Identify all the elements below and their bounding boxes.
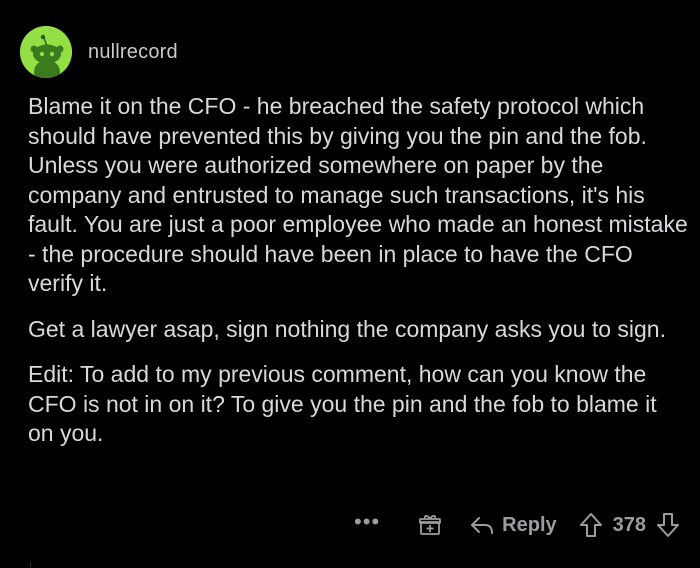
reply-button[interactable]: Reply <box>470 513 557 537</box>
more-options-button[interactable]: ••• <box>354 511 380 539</box>
username[interactable]: nullrecord <box>88 41 178 64</box>
comment-actions: ••• Reply 378 <box>354 508 680 542</box>
thread-line <box>30 562 31 568</box>
reply-arrow-icon <box>471 517 494 534</box>
award-button[interactable] <box>418 513 442 537</box>
avatar[interactable] <box>20 26 72 78</box>
reply-label: Reply <box>502 513 557 536</box>
gift-icon <box>419 514 442 535</box>
comment-paragraph: Get a lawyer asap, sign nothing the comp… <box>28 315 666 342</box>
upvote-arrow-icon <box>579 513 602 537</box>
comment-body: Blame it on the CFO - he breached the sa… <box>28 92 688 465</box>
comment-paragraph: Blame it on the CFO - he breached the sa… <box>28 93 688 296</box>
comment: nullrecord Blame it on the CFO - he brea… <box>0 0 700 568</box>
downvote-button[interactable] <box>656 512 680 538</box>
comment-header: nullrecord <box>20 26 178 78</box>
vote-score: 378 <box>612 513 646 536</box>
snoo-avatar-icon <box>20 26 72 78</box>
upvote-button[interactable] <box>579 512 603 538</box>
downvote-arrow-icon <box>657 513 679 537</box>
vote-controls: 378 <box>579 512 680 538</box>
comment-paragraph: Edit: To add to my previous comment, how… <box>28 361 657 446</box>
